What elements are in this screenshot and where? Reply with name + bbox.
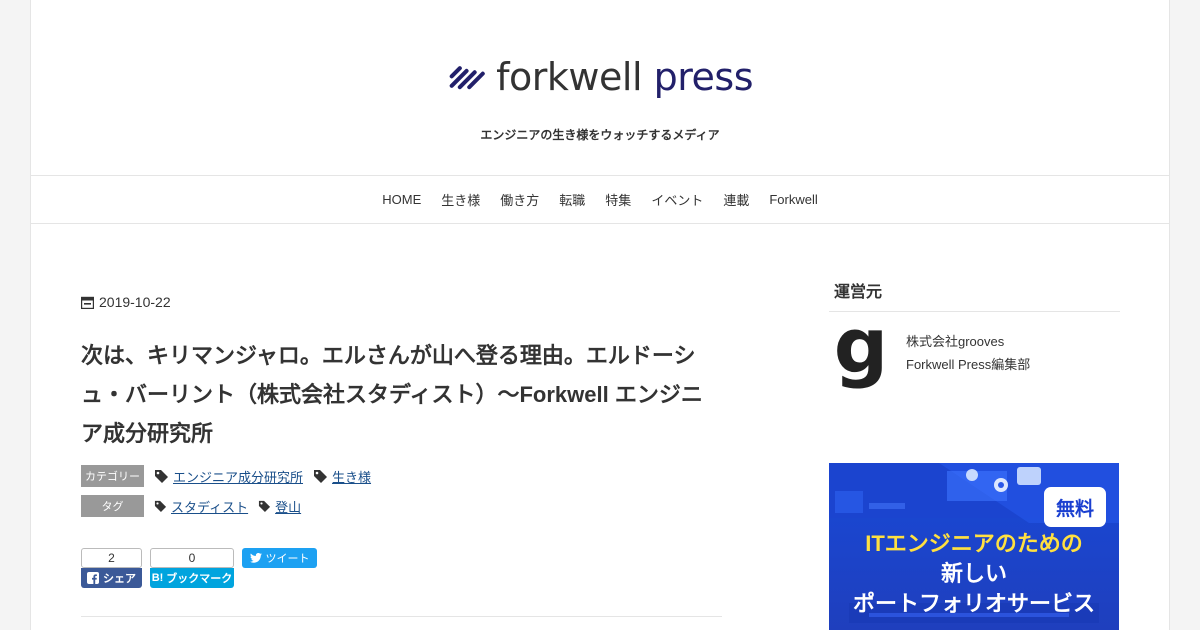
post-date-text: 2019-10-22: [99, 294, 171, 310]
logo-wordmark: forkwell press: [496, 58, 753, 96]
nav-tenshoku[interactable]: 転職: [559, 190, 585, 209]
site-header: forkwell press エンジニアの生き様をウォッチするメディア: [31, 0, 1169, 176]
tag-row: タグ スタディスト 登山: [81, 495, 722, 517]
category-label: カテゴリー: [81, 465, 144, 487]
tweet-button[interactable]: ツイート: [242, 548, 317, 568]
publisher-profile: g 株式会社grooves Forkwell Press編集部: [829, 301, 1120, 392]
free-badge: 無料: [1044, 487, 1106, 527]
tag-icon: [314, 470, 328, 483]
hatena-share: 0 B! ブックマーク: [150, 548, 234, 588]
nav-hatarakikata[interactable]: 働き方: [500, 190, 539, 209]
publisher-dept: Forkwell Press編集部: [906, 357, 1031, 372]
category-link-1[interactable]: 生き様: [332, 467, 371, 486]
facebook-share-label: シェア: [103, 573, 136, 585]
publisher-company: 株式会社grooves: [906, 334, 1005, 349]
site-tagline: エンジニアの生き様をウォッチするメディア: [480, 128, 720, 142]
tag-icon: [154, 500, 167, 512]
banner-line-3: ポートフォリオサービス: [852, 591, 1095, 616]
page-frame: forkwell press エンジニアの生き様をウォッチするメディア HOME…: [30, 0, 1170, 630]
tag-item: 登山: [258, 497, 301, 516]
nav-forkwell[interactable]: Forkwell: [769, 192, 817, 207]
nav-home[interactable]: HOME: [382, 192, 421, 207]
free-badge-text: 無料: [1055, 498, 1094, 520]
forkwell-ad-banner[interactable]: 無料 ITエンジニアのための 新しい ポートフォリオサービス: [829, 463, 1119, 630]
tag-label: タグ: [81, 495, 144, 517]
post-date: 2019-10-22: [81, 294, 722, 310]
tag-link-1[interactable]: 登山: [275, 497, 301, 516]
tag-icon: [259, 500, 271, 512]
hatena-icon: B!: [151, 572, 164, 584]
site-logo[interactable]: forkwell press: [449, 52, 754, 102]
tag-item: スタディスト: [154, 497, 248, 516]
tag-link-0[interactable]: スタディスト: [171, 497, 248, 516]
hatena-bookmark-button[interactable]: B! ブックマーク: [150, 568, 234, 588]
publisher-avatar: g: [833, 301, 889, 390]
nav-ikizama[interactable]: 生き様: [441, 190, 480, 209]
facebook-share-button[interactable]: シェア: [81, 568, 142, 588]
share-buttons: 2 シェア 0 B! ブックマーク ツイート: [81, 548, 722, 588]
article-title: 次は、キリマンジャロ。エルさんが山へ登る理由。エルドーシュ・バーリント（株式会社…: [81, 343, 703, 446]
nav-tokushu[interactable]: 特集: [605, 190, 631, 209]
nav-event[interactable]: イベント: [651, 190, 703, 209]
logo-sub: press: [653, 55, 754, 99]
global-nav: HOME 生き様 働き方 転職 特集 イベント 連載 Forkwell: [31, 176, 1169, 224]
twitter-bird-icon: [249, 553, 262, 563]
facebook-share-count: 2: [81, 548, 142, 568]
forkwell-logo-icon: [449, 66, 485, 90]
hatena-bookmark-label: ブックマーク: [166, 573, 233, 585]
publisher-info: 株式会社grooves Forkwell Press編集部: [906, 330, 1030, 392]
sidebar: 運営元 g 株式会社grooves Forkwell Press編集部 無料 I…: [829, 270, 1120, 630]
facebook-icon: [87, 572, 99, 584]
calendar-icon: [81, 296, 94, 309]
banner-line-2: 新しい: [940, 561, 1007, 586]
banner-line-1: ITエンジニアのための: [865, 531, 1083, 556]
category-item: 生き様: [313, 467, 371, 486]
article-main: 2019-10-22 次は、キリマンジャロ。エルさんが山へ登る理由。エルドーシュ…: [81, 270, 722, 588]
category-item: エンジニア成分研究所: [154, 467, 303, 486]
tag-icon: [155, 470, 168, 483]
banner-copy: ITエンジニアのための 新しい ポートフォリオサービス: [829, 529, 1119, 619]
tweet-label: ツイート: [265, 553, 310, 565]
category-link-0[interactable]: エンジニア成分研究所: [173, 467, 303, 486]
content-divider: [81, 616, 722, 617]
category-row: カテゴリー エンジニア成分研究所 生き様: [81, 465, 722, 487]
facebook-share: 2 シェア: [81, 548, 142, 588]
logo-name: forkwell: [496, 55, 643, 99]
nav-rensai[interactable]: 連載: [723, 190, 749, 209]
hatena-bookmark-count: 0: [150, 548, 234, 568]
